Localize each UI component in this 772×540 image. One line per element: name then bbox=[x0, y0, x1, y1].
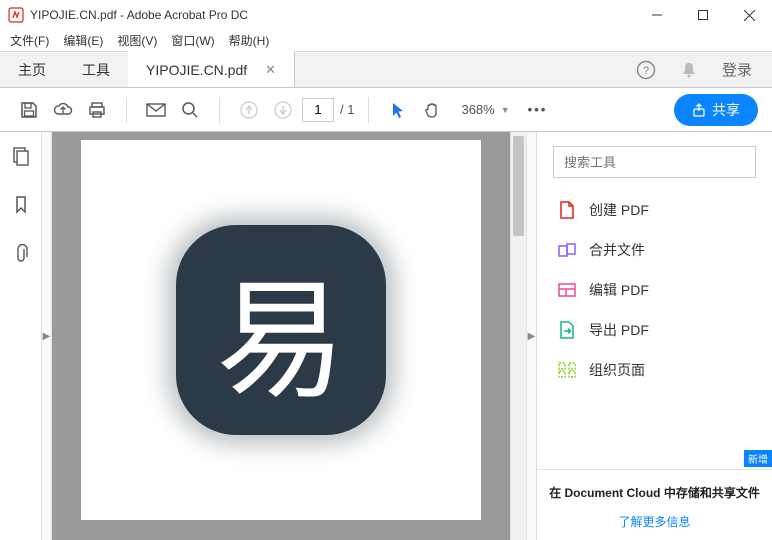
login-button[interactable]: 登录 bbox=[722, 59, 752, 80]
cloud-promo: 在 Document Cloud 中存储和共享文件 了解更多信息 bbox=[537, 469, 772, 540]
print-icon[interactable] bbox=[82, 95, 112, 125]
tool-organize-pages[interactable]: 组织页面 bbox=[537, 350, 772, 390]
new-badge: 新增 bbox=[744, 450, 772, 467]
tool-combine-files-label: 合并文件 bbox=[589, 240, 645, 260]
zoom-dropdown[interactable]: 368% ▼ bbox=[461, 102, 509, 117]
tool-export-pdf[interactable]: 导出 PDF bbox=[537, 310, 772, 350]
help-icon[interactable]: ? bbox=[636, 60, 656, 80]
cloud-promo-title: 在 Document Cloud 中存储和共享文件 bbox=[547, 484, 762, 501]
tool-create-pdf[interactable]: 创建 PDF bbox=[537, 190, 772, 230]
app-icon bbox=[8, 7, 24, 23]
page-total-label: / 1 bbox=[340, 102, 354, 117]
tool-edit-pdf-label: 编辑 PDF bbox=[589, 280, 649, 300]
combine-files-icon bbox=[557, 240, 577, 260]
menu-file[interactable]: 文件(F) bbox=[10, 32, 49, 49]
share-button-label: 共享 bbox=[712, 100, 740, 120]
left-panel-expander[interactable]: ▶ bbox=[42, 132, 52, 540]
menu-window[interactable]: 窗口(W) bbox=[171, 32, 214, 49]
content-area: ▶ 易 ▶ 创建 PDF 合并文件 编辑 PDF 导 bbox=[0, 132, 772, 540]
window-titlebar: YIPOJIE.CN.pdf - Adobe Acrobat Pro DC bbox=[0, 0, 772, 30]
chevron-down-icon: ▼ bbox=[501, 105, 510, 115]
left-navigation-rail bbox=[0, 132, 42, 540]
minimize-button[interactable] bbox=[634, 0, 680, 30]
share-icon bbox=[692, 103, 706, 117]
document-view[interactable]: 易 bbox=[52, 132, 526, 540]
share-button[interactable]: 共享 bbox=[674, 94, 758, 126]
tools-list: 创建 PDF 合并文件 编辑 PDF 导出 PDF 组织页面 新增 bbox=[537, 186, 772, 469]
bookmark-icon[interactable] bbox=[14, 195, 28, 218]
tab-home[interactable]: 主页 bbox=[0, 52, 64, 87]
tool-combine-files[interactable]: 合并文件 bbox=[537, 230, 772, 270]
page-current-input[interactable] bbox=[302, 98, 334, 122]
save-icon[interactable] bbox=[14, 95, 44, 125]
close-button[interactable] bbox=[726, 0, 772, 30]
thumbnails-icon[interactable] bbox=[12, 146, 30, 169]
organize-pages-icon bbox=[557, 360, 577, 380]
svg-text:?: ? bbox=[643, 65, 649, 77]
right-panel-collapser[interactable]: ▶ bbox=[526, 132, 536, 540]
chevron-right-icon: ▶ bbox=[43, 331, 51, 342]
cloud-icon[interactable] bbox=[48, 95, 78, 125]
menu-edit[interactable]: 编辑(E) bbox=[63, 32, 103, 49]
tab-home-label: 主页 bbox=[18, 60, 46, 80]
bell-icon[interactable] bbox=[680, 61, 698, 79]
vertical-scrollbar[interactable] bbox=[510, 132, 526, 540]
cloud-promo-link[interactable]: 了解更多信息 bbox=[547, 513, 762, 530]
tab-bar: 主页 工具 YIPOJIE.CN.pdf ✕ ? 登录 bbox=[0, 52, 772, 88]
tab-document[interactable]: YIPOJIE.CN.pdf ✕ bbox=[128, 51, 295, 87]
hand-icon[interactable] bbox=[417, 95, 447, 125]
menu-bar: 文件(F) 编辑(E) 视图(V) 窗口(W) 帮助(H) bbox=[0, 30, 772, 52]
pdf-page: 易 bbox=[81, 140, 481, 520]
prev-page-icon[interactable] bbox=[234, 95, 264, 125]
create-pdf-icon bbox=[557, 200, 577, 220]
window-controls bbox=[634, 0, 772, 30]
tool-edit-pdf[interactable]: 编辑 PDF bbox=[537, 270, 772, 310]
more-tools-icon[interactable]: ••• bbox=[528, 102, 548, 117]
window-title: YIPOJIE.CN.pdf - Adobe Acrobat Pro DC bbox=[30, 8, 634, 22]
page-indicator: / 1 bbox=[302, 98, 354, 122]
scrollbar-thumb[interactable] bbox=[513, 136, 524, 236]
tab-tools[interactable]: 工具 bbox=[64, 52, 128, 87]
page-logo-graphic: 易 bbox=[176, 225, 386, 435]
chevron-right-icon: ▶ bbox=[528, 331, 536, 342]
export-pdf-icon bbox=[557, 320, 577, 340]
search-icon[interactable] bbox=[175, 95, 205, 125]
tool-export-pdf-label: 导出 PDF bbox=[589, 320, 649, 340]
close-tab-icon[interactable]: ✕ bbox=[265, 62, 276, 78]
tab-tools-label: 工具 bbox=[82, 60, 110, 80]
maximize-button[interactable] bbox=[680, 0, 726, 30]
pointer-icon[interactable] bbox=[383, 95, 413, 125]
tools-search-input[interactable] bbox=[553, 146, 756, 178]
mail-icon[interactable] bbox=[141, 95, 171, 125]
tool-organize-pages-label: 组织页面 bbox=[589, 360, 645, 380]
main-toolbar: / 1 368% ▼ ••• 共享 bbox=[0, 88, 772, 132]
tool-create-pdf-label: 创建 PDF bbox=[589, 200, 649, 220]
menu-view[interactable]: 视图(V) bbox=[117, 32, 157, 49]
zoom-value: 368% bbox=[461, 102, 494, 117]
menu-help[interactable]: 帮助(H) bbox=[229, 32, 270, 49]
edit-pdf-icon bbox=[557, 280, 577, 300]
next-page-icon[interactable] bbox=[268, 95, 298, 125]
tools-pane: 创建 PDF 合并文件 编辑 PDF 导出 PDF 组织页面 新增 在 Docu… bbox=[536, 132, 772, 540]
tab-document-label: YIPOJIE.CN.pdf bbox=[146, 62, 247, 78]
attachment-icon[interactable] bbox=[13, 244, 29, 267]
